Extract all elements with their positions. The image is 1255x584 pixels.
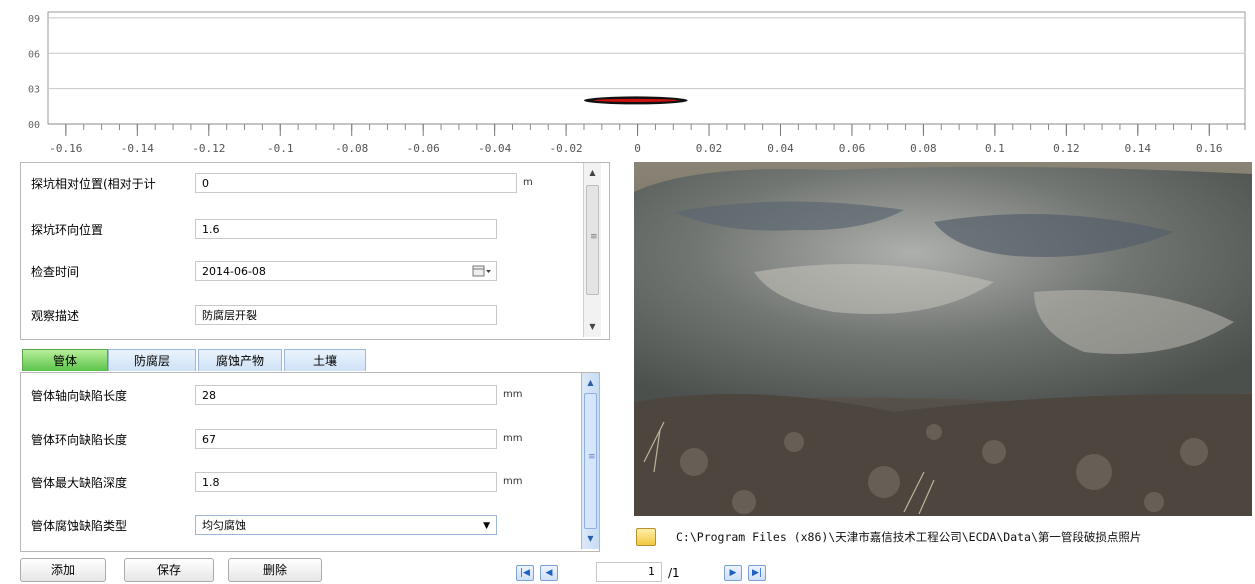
x-tick-label: 0.08 [910, 142, 937, 155]
pipe-scrollbar[interactable]: ▲ ≡ ▼ [581, 373, 599, 549]
x-tick-label: 0.06 [839, 142, 866, 155]
tab-corrosion-product[interactable]: 腐蚀产物 [198, 349, 282, 371]
max-depth-unit: mm [503, 476, 523, 487]
photo-image [634, 162, 1252, 516]
plot-area [47, 11, 1246, 125]
y-tick-label: 03 [28, 85, 40, 96]
last-page-icon[interactable]: ▶| [748, 565, 766, 581]
circ-length-label: 管体环向缺陷长度 [31, 433, 128, 447]
tab-soil[interactable]: 土壤 [284, 349, 366, 371]
prev-page-icon[interactable]: ◀ [540, 565, 558, 581]
max-depth-label: 管体最大缺陷深度 [31, 476, 128, 490]
save-button[interactable]: 保存 [124, 558, 214, 582]
delete-button[interactable]: 删除 [228, 558, 322, 582]
inspection-date-label: 检查时间 [31, 265, 80, 279]
relative-position-unit: m [523, 177, 533, 188]
folder-open-icon[interactable] [636, 528, 656, 546]
defect-position-chart: 00 03 06 09 -0.16 -0.14 -0.12 -0.1 -0.08 -0.06 -0.… [0, 0, 1255, 160]
y-tick-label: 09 [28, 14, 40, 25]
relative-position-input[interactable]: 0 [195, 173, 517, 193]
inspection-date-value: 2014-06-08 [202, 265, 266, 278]
observation-label: 观察描述 [31, 309, 80, 323]
tab-pipe[interactable]: 管体 [22, 349, 108, 371]
defect-marker [593, 98, 678, 103]
circumferential-position-label: 探坑环向位置 [31, 223, 104, 237]
page-total: /1 [668, 566, 680, 580]
chevron-down-icon[interactable]: ▼ [483, 516, 490, 536]
x-tick-label: 0.16 [1196, 142, 1223, 155]
add-button[interactable]: 添加 [20, 558, 106, 582]
field-row-circumferential: 探坑环向位置 1.6 [21, 219, 591, 245]
field-row-axial-length: 管体轴向缺陷长度 28 mm [21, 385, 561, 411]
circumferential-position-input[interactable]: 1.6 [195, 219, 497, 239]
circ-length-input[interactable]: 67 [195, 429, 497, 449]
relative-position-label: 探坑相对位置(相对于计 [31, 177, 156, 191]
x-tick-label: -0.14 [121, 142, 154, 155]
chart-svg: 00 03 06 09 -0.16 -0.14 -0.12 -0.1 -0.08 -0.06 -0.… [28, 11, 1246, 155]
scroll-up-icon[interactable]: ▲ [582, 375, 599, 391]
scroll-down-icon[interactable]: ▼ [582, 531, 599, 547]
x-tick-label: 0.02 [696, 142, 723, 155]
defect-type-label: 管体腐蚀缺陷类型 [31, 519, 128, 533]
axial-length-label: 管体轴向缺陷长度 [31, 389, 128, 403]
grip-icon: ≡ [590, 232, 598, 242]
x-tick-label: -0.16 [49, 142, 82, 155]
field-row-observation: 观察描述 防腐层开裂 [21, 305, 591, 331]
calendar-dropdown-icon[interactable] [472, 262, 492, 282]
observation-input[interactable]: 防腐层开裂 [195, 305, 497, 325]
pit-info-panel: 探坑相对位置(相对于计 0 m 探坑环向位置 1.6 检查时间 2014-06-… [20, 162, 610, 340]
pipe-panel: 管体轴向缺陷长度 28 mm 管体环向缺陷长度 67 mm 管体最大缺陷深度 1… [20, 372, 600, 552]
scroll-thumb[interactable]: ≡ [586, 185, 599, 295]
page-number-input[interactable]: 1 [596, 562, 662, 582]
inspection-date-picker[interactable]: 2014-06-08 [195, 261, 497, 281]
x-tick-label: -0.12 [192, 142, 225, 155]
x-tick-label: 0 [634, 142, 641, 155]
next-page-icon[interactable]: ▶ [724, 565, 742, 581]
defect-type-select[interactable]: 均匀腐蚀 ▼ [195, 515, 497, 535]
x-tick-label: -0.02 [550, 142, 583, 155]
max-depth-input[interactable]: 1.8 [195, 472, 497, 492]
field-row-inspection-date: 检查时间 2014-06-08 [21, 261, 591, 287]
y-tick-label: 00 [28, 120, 40, 131]
defect-type-value: 均匀腐蚀 [202, 519, 246, 532]
photo-path-text: C:\Program Files (x86)\天津市嘉信技术工程公司\ECDA\… [676, 530, 1142, 544]
photo-path-bar: C:\Program Files (x86)\天津市嘉信技术工程公司\ECDA\… [634, 526, 1252, 550]
x-tick-label: 0.14 [1125, 142, 1152, 155]
scroll-up-icon[interactable]: ▲ [584, 165, 601, 181]
circ-length-unit: mm [503, 433, 523, 444]
x-tick-label: -0.1 [267, 142, 294, 155]
x-tick-label: -0.04 [478, 142, 511, 155]
grip-icon: ≡ [588, 452, 596, 462]
defect-photo [634, 162, 1252, 516]
x-tick-label: 0.04 [767, 142, 794, 155]
field-row-defect-type: 管体腐蚀缺陷类型 均匀腐蚀 ▼ [21, 515, 561, 541]
x-tick-label: -0.08 [335, 142, 368, 155]
scroll-thumb[interactable]: ≡ [584, 393, 597, 529]
axial-length-unit: mm [503, 389, 523, 400]
axial-length-input[interactable]: 28 [195, 385, 497, 405]
field-row-relative-position: 探坑相对位置(相对于计 0 m [21, 173, 591, 199]
field-row-max-depth: 管体最大缺陷深度 1.8 mm [21, 472, 561, 498]
tab-coating[interactable]: 防腐层 [108, 349, 196, 371]
x-tick-label: -0.06 [407, 142, 440, 155]
info-scrollbar[interactable]: ▲ ≡ ▼ [583, 163, 601, 337]
first-page-icon[interactable]: |◀ [516, 565, 534, 581]
field-row-circ-length: 管体环向缺陷长度 67 mm [21, 429, 561, 455]
scroll-down-icon[interactable]: ▼ [584, 319, 601, 335]
x-tick-label: 0.1 [985, 142, 1005, 155]
x-tick-label: 0.12 [1053, 142, 1080, 155]
y-tick-label: 06 [28, 49, 40, 60]
